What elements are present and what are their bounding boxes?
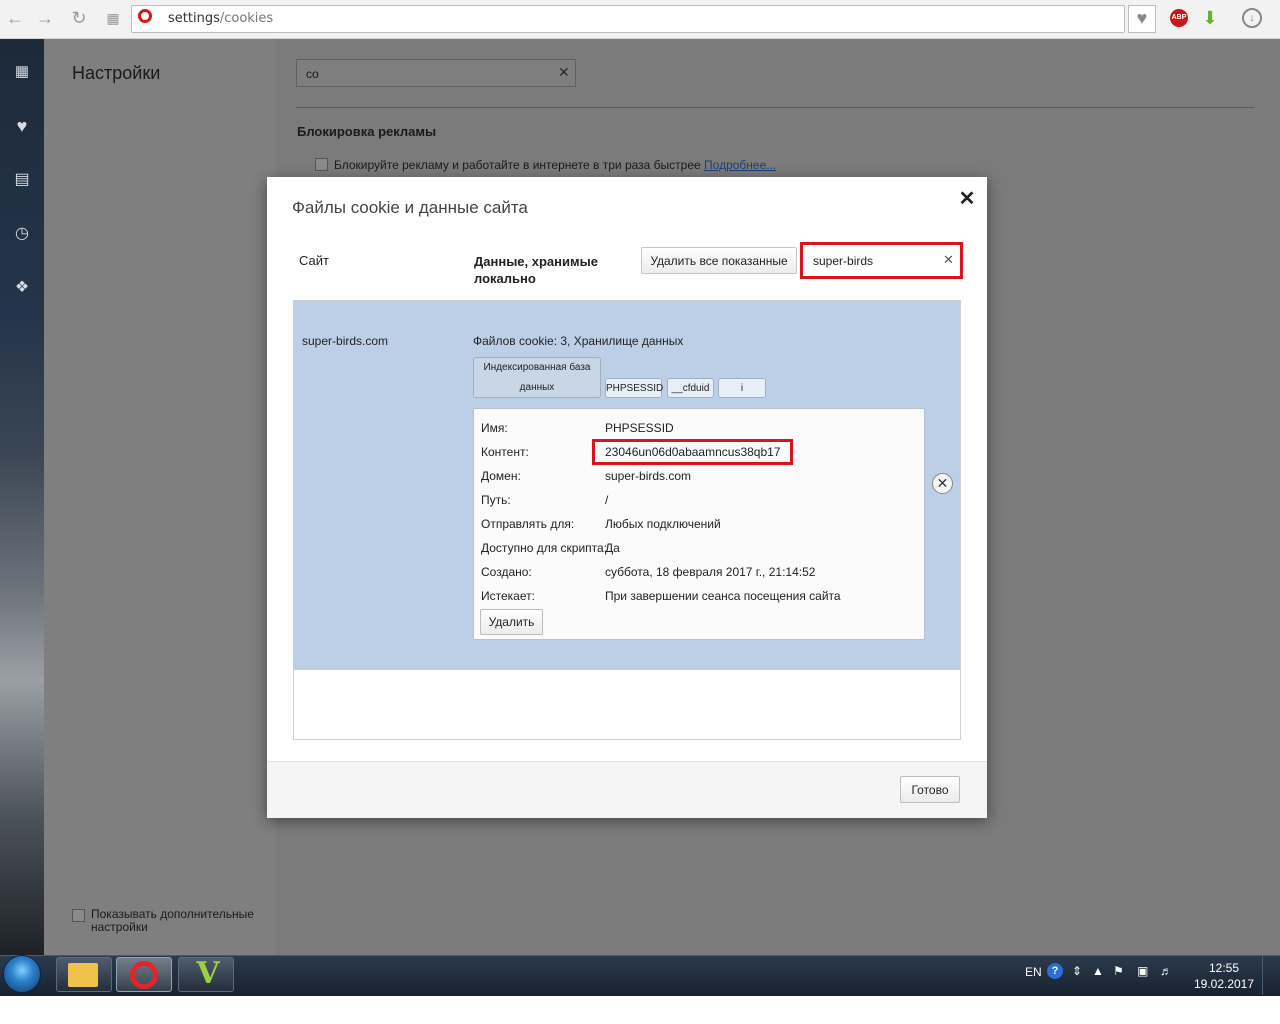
downloads-icon[interactable]: ↓ [1242, 8, 1262, 28]
column-site-header: Сайт [299, 253, 329, 268]
cookie-content-value: 23046un06d0abaamncus38qb17 [605, 445, 781, 459]
advanced-settings-label: Показывать дополнительные настройки [91, 907, 254, 934]
show-desktop-button[interactable] [1262, 955, 1280, 995]
ads-more-link[interactable]: Подробнее... [704, 158, 776, 172]
done-button[interactable]: Готово [900, 776, 960, 803]
data-chip-phpsessid[interactable]: PHPSESSID [605, 378, 663, 398]
volume-icon[interactable]: ♬ [1160, 964, 1172, 978]
opera-logo-icon[interactable] [138, 9, 152, 23]
divider [296, 107, 1254, 108]
dialog-title: Файлы cookie и данные сайта [292, 198, 528, 217]
cookie-name-value: PHPSESSID [605, 421, 674, 435]
forward-arrow-icon[interactable]: → [34, 8, 56, 30]
data-chip-i[interactable]: i [718, 378, 766, 398]
settings-title: Настройки [72, 63, 161, 83]
settings-search-value: co [306, 67, 319, 81]
address-bar[interactable] [131, 5, 1125, 33]
tray-expand-icon[interactable]: ▲ [1092, 964, 1104, 978]
cookie-script-label: Доступно для скрипта: [481, 541, 608, 555]
news-icon[interactable]: ▤ [8, 166, 36, 194]
action-center-flag-icon[interactable]: ⚑ [1113, 964, 1124, 978]
remove-site-icon[interactable]: ✕ [932, 473, 953, 494]
site-data-summary: Файлов cookie: 3, Хранилище данных [473, 334, 684, 348]
cookie-search-value: super-birds [813, 254, 874, 268]
cookie-path-value: / [605, 493, 609, 507]
cookie-send-for-label: Отправлять для: [481, 517, 575, 531]
data-chip-indexeddb[interactable]: Индексированная база данных [473, 357, 601, 398]
cookie-expires-label: Истекает: [481, 589, 535, 603]
reload-icon[interactable]: ↻ [68, 8, 90, 30]
clear-search-icon[interactable]: ✕ [943, 252, 954, 268]
data-chip-cfduid[interactable]: __cfduid [667, 378, 714, 398]
clear-search-icon[interactable]: ✕ [558, 64, 570, 81]
clock-time: 12:55 [1208, 961, 1240, 975]
abp-icon[interactable]: ABP [1170, 9, 1188, 27]
cookie-send-for-value: Любых подключений [605, 517, 721, 531]
delete-cookie-button[interactable]: Удалить [480, 609, 543, 635]
remove-all-shown-button[interactable]: Удалить все показанные [641, 247, 797, 274]
v-app-icon: V [196, 956, 220, 991]
cookie-name-label: Имя: [481, 421, 508, 435]
opera-icon [130, 961, 158, 989]
heart-icon[interactable]: ♥ [8, 112, 36, 140]
advanced-settings-checkbox[interactable] [72, 909, 85, 922]
column-data-header: Данные, хранимые локально [474, 254, 598, 286]
cookie-expires-value: При завершении сеанса посещения сайта [605, 589, 841, 603]
explorer-folder-icon [68, 963, 98, 987]
ads-block-label: Блокируйте рекламу и работайте в интерне… [334, 158, 705, 172]
url-path: /cookies [219, 11, 274, 26]
cookie-created-value: суббота, 18 февраля 2017 г., 21:14:52 [605, 565, 816, 579]
language-indicator[interactable]: EN [1025, 965, 1042, 979]
cookie-domain-value: super-birds.com [605, 469, 692, 483]
close-icon[interactable]: ✕ [957, 186, 977, 211]
speed-dial-icon[interactable]: ▦ [8, 58, 36, 86]
grid-icon[interactable]: ▦ [102, 8, 124, 30]
ads-block-heading: Блокировка рекламы [297, 124, 437, 139]
ads-block-text: Блокируйте рекламу и работайте в интерне… [334, 158, 776, 172]
tray-arrows-icon[interactable]: ⇕ [1072, 964, 1082, 978]
history-clock-icon[interactable]: ◷ [8, 220, 36, 248]
site-name: super-birds.com [302, 334, 389, 348]
back-arrow-icon[interactable]: ← [4, 8, 26, 30]
url-text[interactable]: settings/cookies [168, 11, 273, 26]
settings-search-input[interactable] [296, 59, 576, 87]
cookie-created-label: Создано: [481, 565, 532, 579]
cookie-domain-label: Домен: [481, 469, 521, 483]
tray-clock[interactable]: 12:55 19.02.2017 [1193, 960, 1255, 992]
download-arrow-icon[interactable]: ⬇ [1200, 8, 1220, 28]
ads-block-checkbox[interactable] [315, 158, 328, 171]
heart-icon[interactable]: ♥ [1128, 5, 1156, 33]
cookie-content-label: Контент: [481, 445, 529, 459]
url-host: settings [168, 11, 220, 26]
settings-nav [44, 39, 276, 955]
extensions-puzzle-icon[interactable]: ❖ [8, 274, 36, 302]
cookie-script-value: Да [605, 541, 620, 555]
dialog-footer [267, 761, 987, 818]
help-icon[interactable]: ? [1047, 963, 1063, 979]
network-icon[interactable]: ▣ [1137, 964, 1148, 978]
cookie-path-label: Путь: [481, 493, 511, 507]
clock-date: 19.02.2017 [1193, 977, 1255, 991]
start-button[interactable] [3, 955, 41, 993]
